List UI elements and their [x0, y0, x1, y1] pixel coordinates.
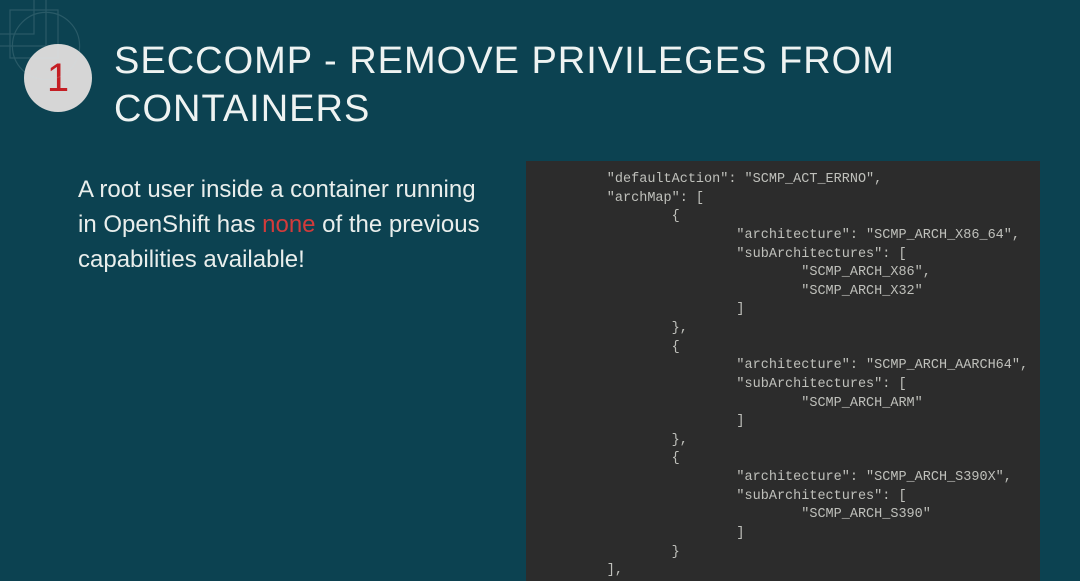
description-text: A root user inside a container running i…: [78, 173, 498, 277]
description-column: A root user inside a container running i…: [78, 173, 498, 581]
code-panel: "defaultAction": "SCMP_ACT_ERRNO", "arch…: [526, 161, 1040, 581]
slide-title: SECCOMP - REMOVE PRIVILEGES FROM CONTAIN…: [114, 38, 1020, 133]
code-block: "defaultAction": "SCMP_ACT_ERRNO", "arch…: [542, 171, 1024, 581]
slide-content: A root user inside a container running i…: [0, 133, 1080, 581]
desc-highlight: none: [262, 211, 315, 238]
slide-number: 1: [47, 56, 69, 101]
slide-header: 1 SECCOMP - REMOVE PRIVILEGES FROM CONTA…: [0, 0, 1080, 133]
slide-number-badge: 1: [24, 44, 92, 112]
